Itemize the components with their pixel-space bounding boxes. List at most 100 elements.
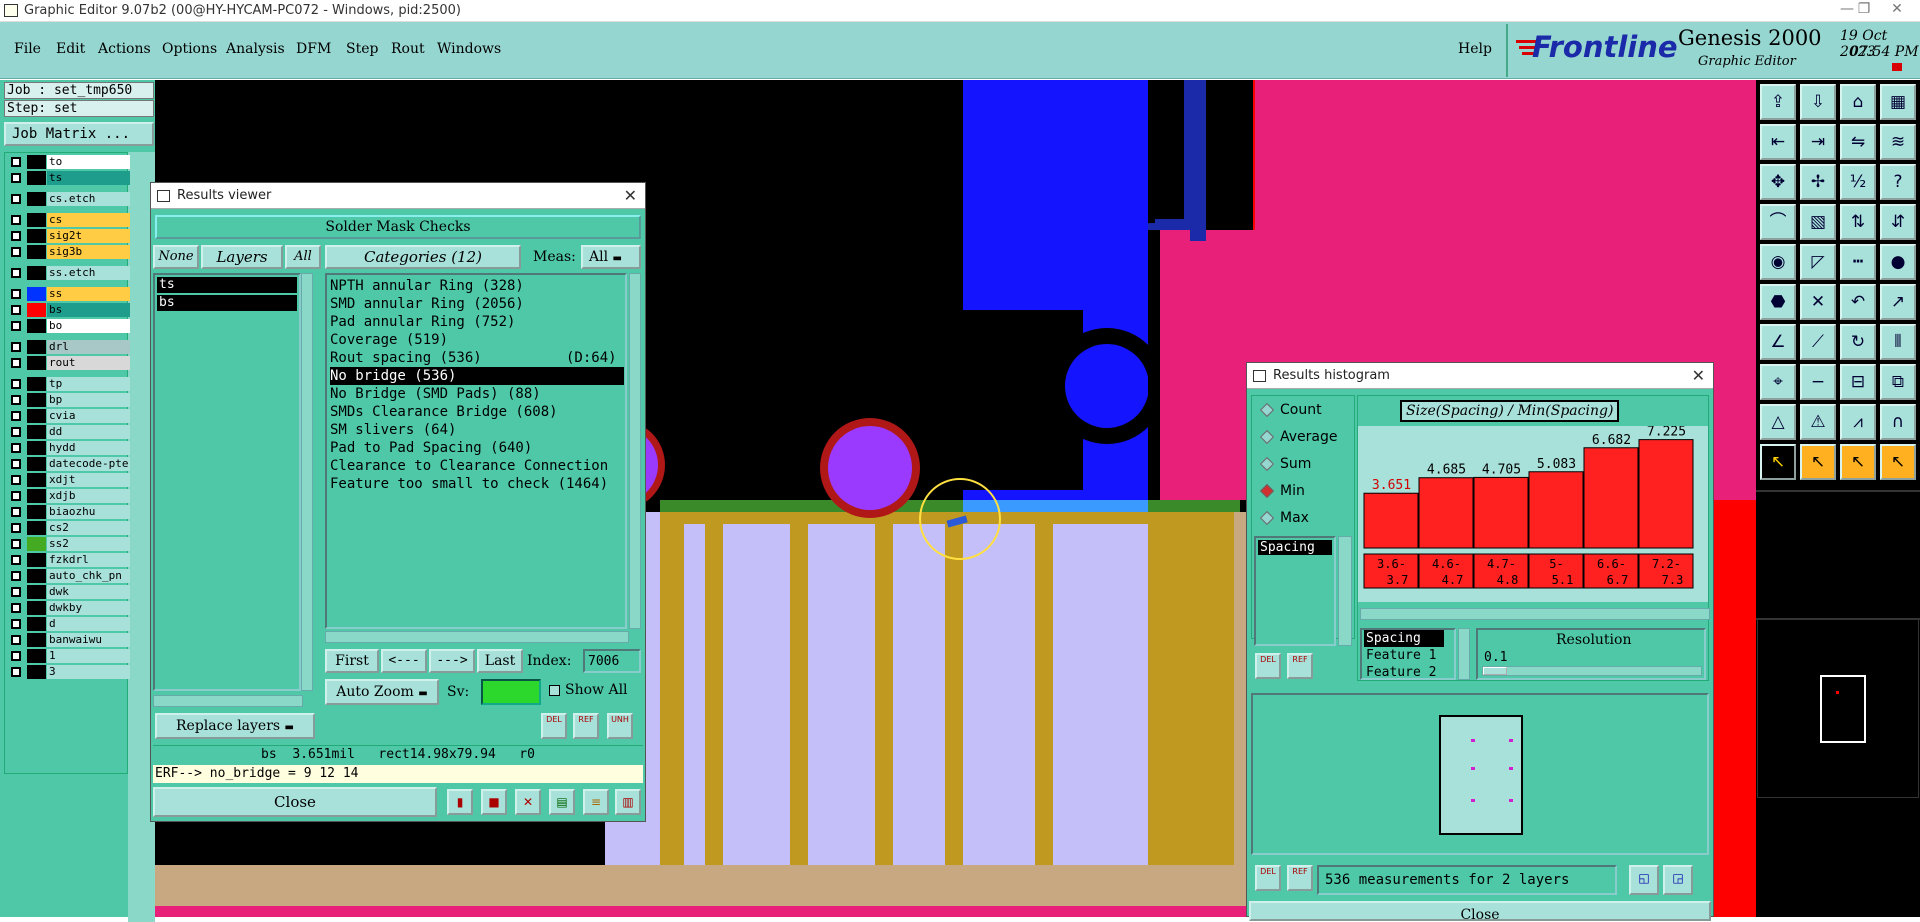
triangle-icon[interactable]: △ — [1760, 404, 1796, 440]
layer-checkbox[interactable] — [11, 173, 21, 183]
layer-color-swatch[interactable] — [27, 171, 46, 185]
layer-color-swatch[interactable] — [27, 569, 46, 583]
close-icon[interactable]: ✕ — [624, 183, 637, 209]
layer-name[interactable]: sig3b — [47, 245, 130, 259]
layer-color-swatch[interactable] — [27, 192, 46, 206]
close-button[interactable]: Close — [153, 787, 437, 817]
index-input[interactable] — [583, 649, 641, 673]
attr-scrollbar[interactable] — [1458, 628, 1470, 680]
layer-name[interactable]: biaozhu — [47, 505, 130, 519]
layer-name[interactable]: d — [47, 617, 130, 631]
center-icon[interactable]: ✢ — [1800, 164, 1836, 200]
layer-color-swatch[interactable] — [27, 266, 46, 280]
layer-row[interactable]: datecode-pte — [7, 457, 130, 471]
radio-icon[interactable] — [1259, 510, 1275, 526]
auto-zoom-dropdown[interactable]: Auto Zoom ▬ — [325, 679, 439, 705]
cross-icon[interactable]: ✕ — [1800, 284, 1836, 320]
radio-icon[interactable] — [1259, 429, 1275, 445]
pause-icon[interactable] — [1892, 63, 1902, 71]
resolution-slider[interactable] — [1482, 666, 1702, 676]
layer-checkbox[interactable] — [11, 342, 21, 352]
category-item[interactable]: Coverage (519) — [330, 331, 448, 349]
layer-checkbox[interactable] — [11, 619, 21, 629]
menu-help[interactable]: Help — [1458, 41, 1492, 57]
arch-icon[interactable]: ∩ — [1880, 404, 1916, 440]
layer-name[interactable]: ts — [47, 171, 130, 185]
layer-color-swatch[interactable] — [27, 649, 46, 663]
layer-checkbox[interactable] — [11, 475, 21, 485]
help-icon[interactable]: ? — [1880, 164, 1916, 200]
layer-row[interactable]: xdjb — [7, 489, 130, 503]
layer-checkbox[interactable] — [11, 231, 21, 241]
layer-row[interactable]: banwaiwu — [7, 633, 130, 647]
layer-checkbox[interactable] — [11, 268, 21, 278]
category-item[interactable]: No bridge (536) — [330, 367, 624, 385]
layer-swap-icon[interactable]: ⇵ — [1880, 204, 1916, 240]
dash-icon[interactable]: ┅ — [1840, 244, 1876, 280]
alert-icon[interactable]: ⚠ — [1800, 404, 1836, 440]
layer-row[interactable]: auto_chk_pn — [7, 569, 130, 583]
layer-row[interactable]: dwkby — [7, 601, 130, 615]
layer-row[interactable]: to — [7, 155, 130, 169]
layer-name[interactable]: cs — [47, 213, 130, 227]
layer-checkbox[interactable] — [11, 194, 21, 204]
mode-radio[interactable]: Count — [1259, 402, 1322, 418]
layer-color-swatch[interactable] — [27, 617, 46, 631]
snap-grid-icon[interactable]: ▧ — [1800, 204, 1836, 240]
notes-icon[interactable]: ≡ — [583, 789, 609, 815]
layer-name[interactable]: ss — [47, 287, 130, 301]
layer-color-swatch[interactable] — [27, 441, 46, 455]
layer-row[interactable]: sig2t — [7, 229, 130, 243]
mode-radio[interactable]: Average — [1259, 429, 1338, 445]
layer-color-swatch[interactable] — [27, 633, 46, 647]
layer-name[interactable]: ss.etch — [47, 266, 130, 280]
layer-row[interactable]: cs — [7, 213, 130, 227]
layer-checkbox[interactable] — [11, 157, 21, 167]
layer-row[interactable]: ss — [7, 287, 130, 301]
layer-checkbox[interactable] — [11, 427, 21, 437]
measure-icon[interactable]: ⌒ — [1760, 204, 1796, 240]
category-list[interactable]: NPTH annular Ring (328) SMD annular Ring … — [325, 273, 627, 629]
layer-row[interactable]: ss.etch — [7, 266, 130, 280]
angle-icon[interactable]: ∠ — [1760, 324, 1796, 360]
layer-color-swatch[interactable] — [27, 245, 46, 259]
category-item[interactable]: Feature too small to check (1464) — [330, 475, 608, 493]
histogram-bar[interactable] — [1583, 447, 1639, 549]
layer-checkbox[interactable] — [11, 321, 21, 331]
histogram-bar[interactable] — [1528, 471, 1584, 549]
layer-checkbox[interactable] — [11, 395, 21, 405]
layer-name[interactable]: datecode-pte — [47, 457, 130, 471]
layer-color-swatch[interactable] — [27, 356, 46, 370]
mirror-icon[interactable]: ⇋ — [1840, 124, 1876, 160]
layer-checkbox[interactable] — [11, 247, 21, 257]
prev-button[interactable]: <--- — [381, 649, 427, 673]
node-icon[interactable]: ⬣ — [1760, 284, 1796, 320]
layer-color-swatch[interactable] — [27, 213, 46, 227]
layer-name[interactable]: xdjt — [47, 473, 130, 487]
preview-ref-button[interactable]: REF — [1287, 865, 1313, 891]
curve-icon[interactable]: ↶ — [1840, 284, 1876, 320]
category-item[interactable]: Pad annular Ring (752) — [330, 313, 515, 331]
next-button[interactable]: ---> — [429, 649, 475, 673]
menu-windows[interactable]: Windows — [437, 41, 501, 57]
layer-list-scrollbar[interactable] — [301, 273, 313, 691]
layer-result-item[interactable]: ts — [157, 277, 297, 293]
unh-button[interactable]: UNH — [607, 713, 633, 739]
layer-name[interactable]: cvia — [47, 409, 130, 423]
layer-name[interactable]: dd — [47, 425, 130, 439]
select-move-icon[interactable]: ↖ — [1880, 444, 1916, 480]
layer-color-swatch[interactable] — [27, 393, 46, 407]
hist-del-button[interactable]: DEL — [1255, 653, 1281, 679]
attr-item[interactable]: Feature 1 — [1362, 647, 1454, 664]
histogram-close-button[interactable]: Close — [1249, 901, 1711, 921]
fit-icon[interactable]: ✥ — [1760, 164, 1796, 200]
layer-color-swatch[interactable] — [27, 553, 46, 567]
move-left-icon[interactable]: ⇤ — [1760, 124, 1796, 160]
menu-step[interactable]: Step — [346, 41, 378, 57]
replace-layers-dropdown[interactable]: Replace layers ▬ — [155, 713, 315, 739]
category-item[interactable]: NPTH annular Ring (328) — [330, 277, 524, 295]
add-line-icon[interactable]: ◸ — [1800, 244, 1836, 280]
layer-color-swatch[interactable] — [27, 457, 46, 471]
attr-item[interactable]: Spacing — [1364, 630, 1444, 647]
layer-color-swatch[interactable] — [27, 585, 46, 599]
